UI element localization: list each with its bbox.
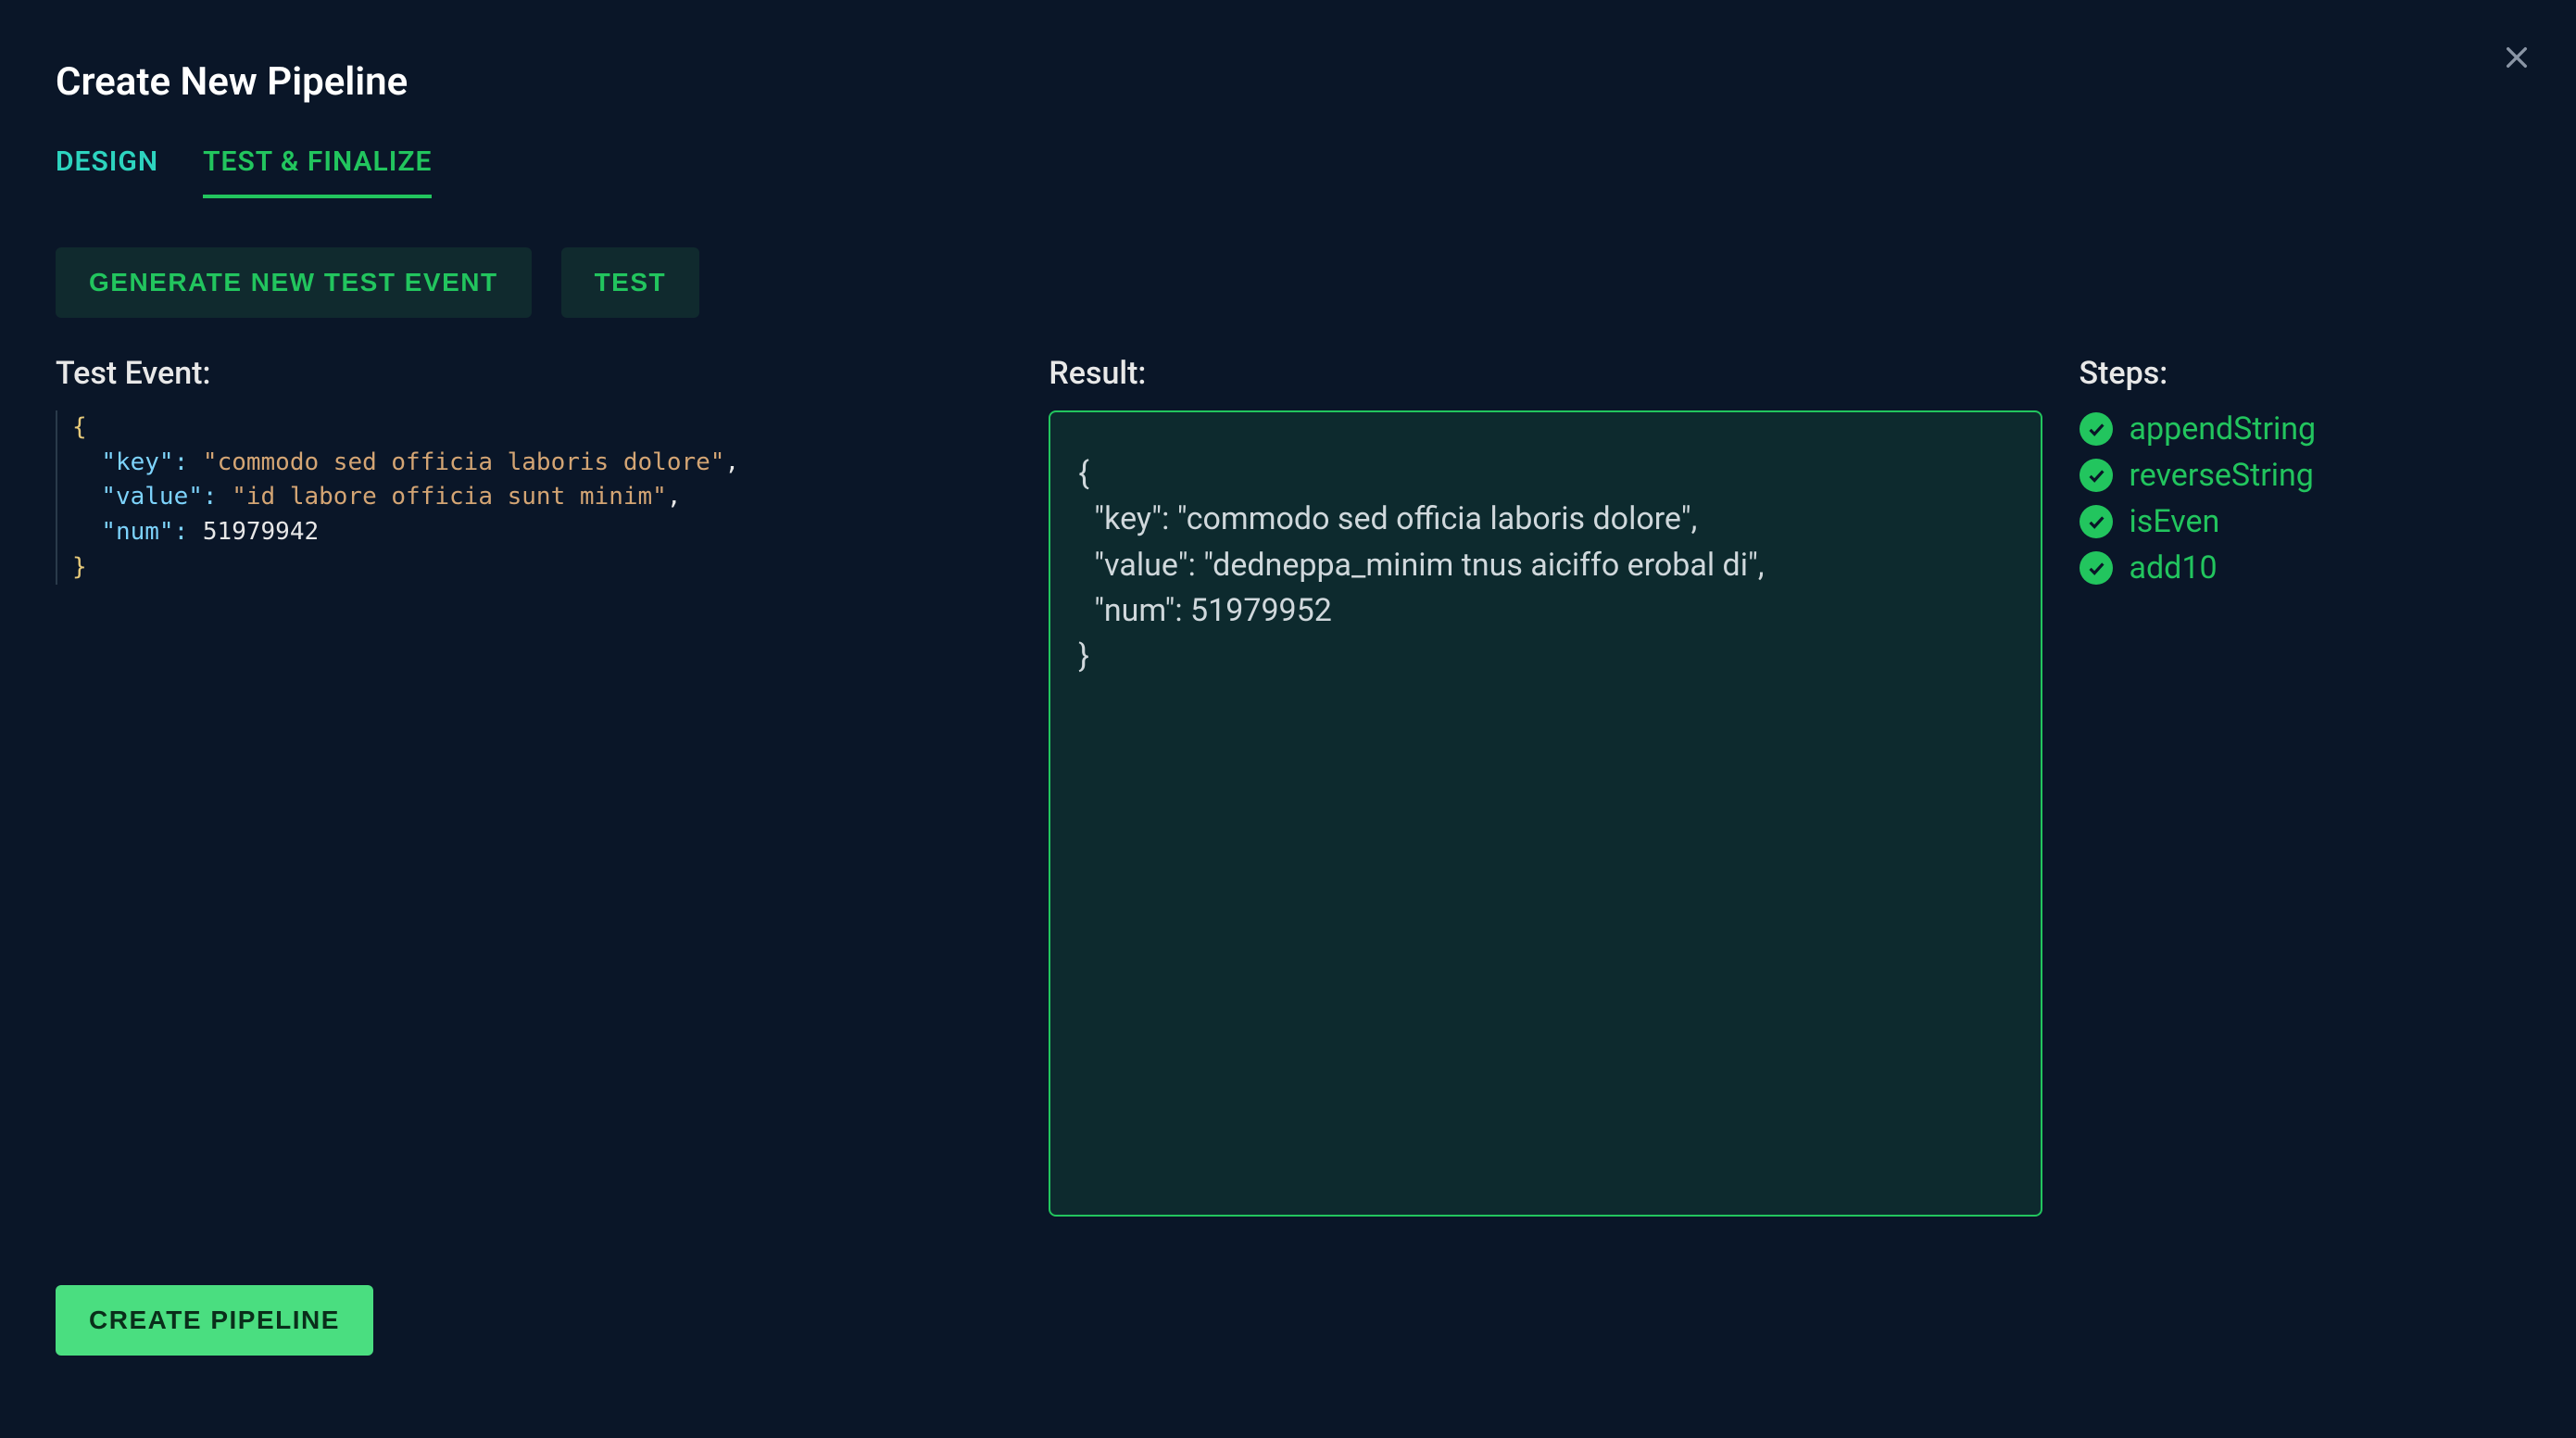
- generate-test-event-button[interactable]: GENERATE NEW TEST EVENT: [56, 247, 532, 318]
- check-icon: [2080, 459, 2113, 492]
- tab-bar: DESIGN TEST & FINALIZE: [56, 145, 2520, 199]
- step-name: isEven: [2130, 503, 2220, 540]
- step-name: add10: [2130, 549, 2218, 587]
- steps-list: appendString reverseString isEven: [2080, 410, 2521, 587]
- result-output: { "key": "commodo sed officia laboris do…: [1049, 410, 2042, 1217]
- test-button[interactable]: TEST: [561, 247, 700, 318]
- result-label: Result:: [1049, 355, 2042, 392]
- close-icon: [2502, 43, 2532, 72]
- test-event-code: { "key": "commodo sed officia laboris do…: [56, 410, 1012, 585]
- step-item: add10: [2080, 549, 2521, 587]
- action-row: GENERATE NEW TEST EVENT TEST: [56, 247, 2520, 318]
- tab-design[interactable]: DESIGN: [56, 145, 158, 198]
- step-name: appendString: [2130, 410, 2317, 448]
- check-icon: [2080, 505, 2113, 538]
- create-pipeline-button[interactable]: CREATE PIPELINE: [56, 1285, 373, 1356]
- check-icon: [2080, 551, 2113, 585]
- step-name: reverseString: [2130, 457, 2314, 494]
- tab-test-finalize[interactable]: TEST & FINALIZE: [203, 145, 432, 198]
- step-item: isEven: [2080, 503, 2521, 540]
- step-item: appendString: [2080, 410, 2521, 448]
- close-button[interactable]: [2494, 35, 2539, 80]
- check-icon: [2080, 412, 2113, 446]
- steps-label: Steps:: [2080, 355, 2521, 392]
- step-item: reverseString: [2080, 457, 2521, 494]
- test-event-label: Test Event:: [56, 355, 1012, 392]
- page-title: Create New Pipeline: [56, 59, 2520, 105]
